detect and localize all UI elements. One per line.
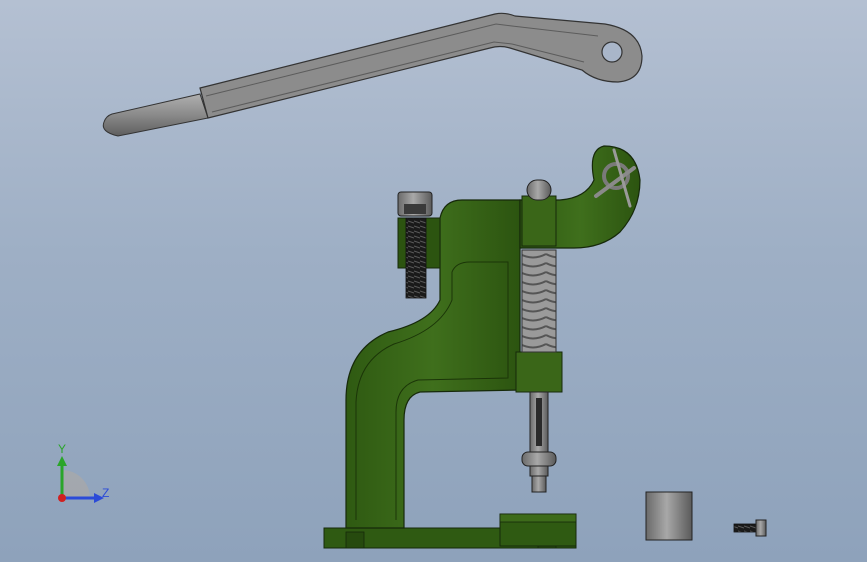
small-screw[interactable] [733,519,767,537]
sleeve[interactable] [645,491,693,541]
lever-handle[interactable] [102,12,643,137]
y-axis-label: Y [58,442,67,456]
orientation-triad[interactable]: Y Z [40,440,120,510]
z-axis-label: Z [102,486,110,500]
cad-viewport[interactable]: Y Z [0,0,867,562]
press-frame[interactable] [323,145,641,549]
die-block[interactable] [499,513,577,547]
assembly-model[interactable] [0,0,867,562]
